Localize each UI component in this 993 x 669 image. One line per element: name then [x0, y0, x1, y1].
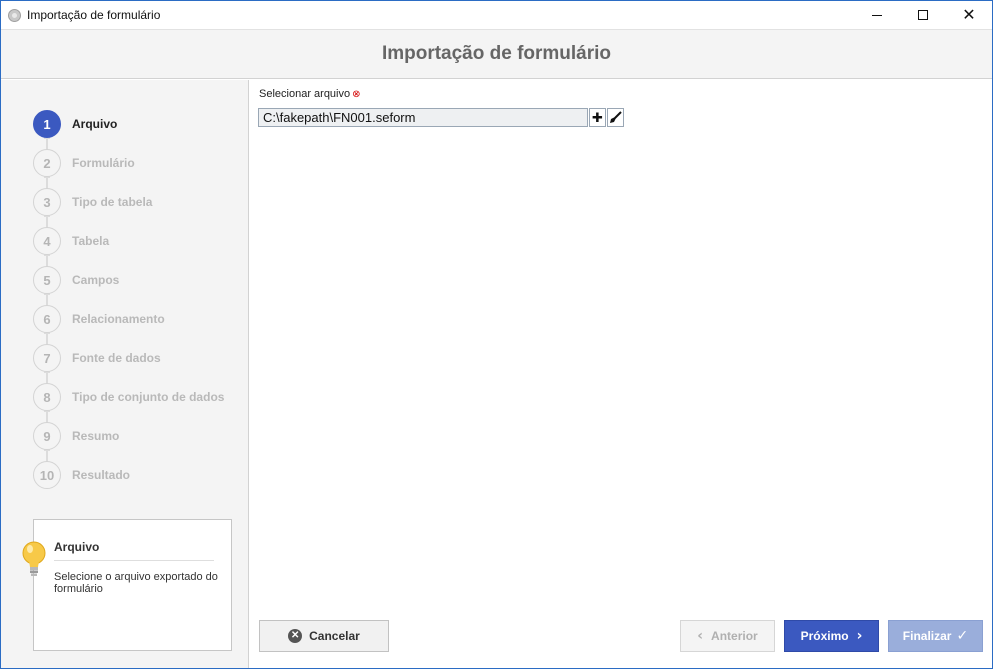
help-text: Selecione o arquivo exportado do formulá…: [54, 571, 218, 595]
finish-button[interactable]: Finalizar ✓: [888, 620, 983, 652]
step-number: 4: [33, 227, 61, 255]
help-title: Arquivo: [54, 540, 100, 554]
file-label-text: Selecionar arquivo: [259, 88, 351, 100]
step-item[interactable]: 5 Campos: [33, 266, 243, 294]
check-icon: ✓: [956, 628, 969, 644]
finish-label: Finalizar: [902, 629, 952, 643]
previous-label: Anterior: [711, 629, 758, 643]
chevron-right-icon: ›: [856, 628, 863, 644]
required-icon: ⊗: [352, 89, 361, 100]
window-title: Importação de formulário: [27, 8, 161, 22]
help-box: Arquivo Selecione o arquivo exportado do…: [33, 519, 232, 651]
help-divider: [54, 560, 214, 561]
broom-icon: [610, 111, 622, 123]
next-label: Próximo: [800, 629, 849, 643]
step-label: Arquivo: [72, 117, 118, 131]
step-number: 7: [33, 344, 61, 372]
clear-file-button[interactable]: [607, 108, 624, 127]
close-icon: ✕: [962, 5, 976, 24]
main-content: Selecionar arquivo ⊗ C:\fakepath\FN001.se…: [250, 80, 992, 668]
add-file-button[interactable]: ✚: [589, 108, 606, 127]
step-label: Fonte de dados: [72, 351, 161, 365]
step-number: 8: [33, 383, 61, 411]
step-label: Tipo de tabela: [72, 195, 153, 209]
step-label: Relacionamento: [72, 312, 165, 326]
title-bar: Importação de formulário ✕: [1, 1, 992, 29]
minimize-button[interactable]: [854, 1, 900, 29]
step-item[interactable]: 8 Tipo de conjunto de dados: [33, 383, 243, 411]
step-number: 1: [33, 110, 61, 138]
step-item[interactable]: 10 Resultado: [33, 461, 243, 489]
cancel-icon: ✕: [288, 629, 303, 643]
wizard-header: Importação de formulário: [1, 29, 992, 79]
step-item[interactable]: 3 Tipo de tabela: [33, 188, 243, 216]
step-number: 9: [33, 422, 61, 450]
step-item[interactable]: 9 Resumo: [33, 422, 243, 450]
step-number: 2: [33, 149, 61, 177]
step-label: Formulário: [72, 156, 135, 170]
step-label: Resultado: [72, 468, 131, 482]
step-item[interactable]: 6 Relacionamento: [33, 305, 243, 333]
lightbulb-icon: [22, 541, 46, 576]
next-button[interactable]: Próximo ›: [784, 620, 879, 652]
page-title: Importação de formulário: [381, 43, 612, 64]
file-field-label: Selecionar arquivo ⊗: [259, 88, 361, 100]
step-number: 10: [33, 461, 61, 489]
app-icon: [8, 9, 21, 22]
plus-icon: ✚: [592, 109, 603, 125]
import-form-window: Importação de formulário ✕ Importação de…: [0, 0, 993, 669]
file-path-input[interactable]: C:\fakepath\FN001.seform: [258, 108, 588, 127]
step-label: Campos: [72, 273, 120, 287]
step-number: 5: [33, 266, 61, 294]
step-item[interactable]: 2 Formulário: [33, 149, 243, 177]
cancel-label: Cancelar: [309, 629, 360, 643]
step-item[interactable]: 7 Fonte de dados: [33, 344, 243, 372]
step-number: 6: [33, 305, 61, 333]
step-item[interactable]: 4 Tabela: [33, 227, 243, 255]
step-item[interactable]: 1 Arquivo: [33, 110, 243, 138]
maximize-button[interactable]: [900, 1, 946, 29]
previous-button[interactable]: ‹ Anterior: [680, 620, 775, 652]
cancel-button[interactable]: ✕ Cancelar: [259, 620, 389, 652]
step-label: Resumo: [72, 429, 120, 443]
maximize-icon: [918, 10, 928, 20]
step-label: Tabela: [72, 234, 110, 248]
close-button[interactable]: ✕: [946, 1, 992, 29]
minimize-icon: [872, 14, 882, 16]
step-number: 3: [33, 188, 61, 216]
chevron-left-icon: ‹: [697, 628, 704, 644]
step-label: Tipo de conjunto de dados: [72, 390, 225, 404]
